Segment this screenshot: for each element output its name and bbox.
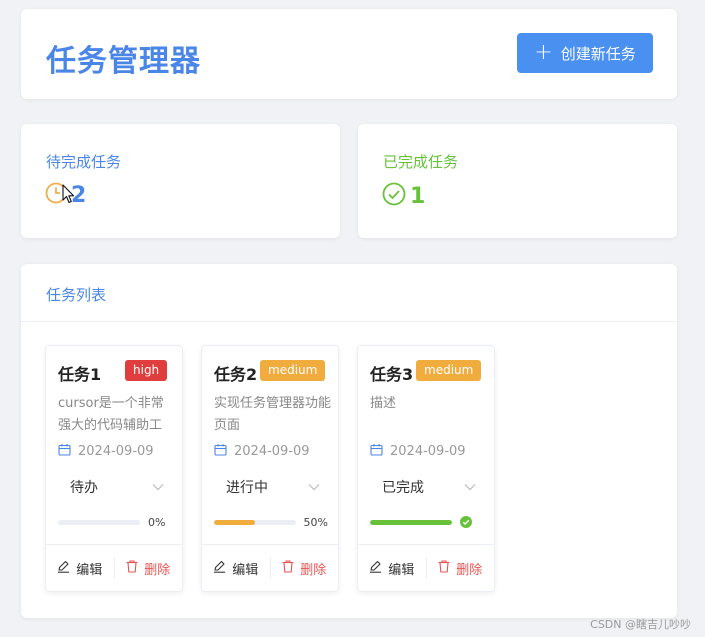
priority-badge: high [125, 360, 168, 381]
priority-badge: medium [260, 360, 326, 381]
delete-label: 删除 [300, 562, 327, 578]
progress-bar: 50% [214, 515, 328, 529]
task-list-card: 任务列表 任务1 high cursor是一个非常强大的代码辅助工 2024-09-0… [21, 264, 677, 618]
task-description: 描述 [370, 396, 397, 411]
task-date-text: 2024-09-09 [78, 444, 154, 459]
task-description: 实现任务管理器功能页面 [214, 396, 332, 433]
task-date: 2024-09-09 [58, 443, 154, 460]
create-task-button[interactable]: + 创建新任务 [517, 33, 653, 73]
trash-icon [438, 559, 450, 577]
task-card: 任务3 medium 描述 2024-09-09 已完成编辑 删除 [357, 345, 495, 592]
mouse-cursor-icon [62, 184, 75, 204]
task-actions: 编辑 删除 [202, 545, 338, 591]
progress-bar: 0% [58, 515, 172, 529]
progress-track [58, 519, 140, 525]
delete-button[interactable]: 删除 [427, 545, 495, 591]
task-date-text: 2024-09-09 [390, 444, 466, 459]
progress-bar [370, 515, 484, 529]
task-title: 任务1 [58, 365, 102, 384]
delete-button[interactable]: 删除 [271, 545, 339, 591]
completed-stat-label: 已完成任务 [383, 153, 459, 171]
create-task-label: 创建新任务 [560, 44, 636, 63]
pending-stat-card: 待完成任务 2 [21, 124, 340, 238]
progress-fill [214, 519, 255, 525]
progress-text: 50% [303, 515, 328, 529]
task-actions: 编辑 删除 [46, 545, 182, 591]
progress-fill [370, 519, 452, 525]
trash-icon [126, 559, 138, 577]
task-list-title: 任务列表 [46, 286, 107, 304]
status-select[interactable]: 已完成 [370, 472, 480, 502]
pencil-icon [57, 560, 70, 577]
task-date: 2024-09-09 [370, 443, 466, 460]
edit-label: 编辑 [388, 562, 415, 578]
chevron-down-icon [308, 479, 320, 495]
task-title: 任务2 [214, 365, 258, 384]
task-actions: 编辑 删除 [358, 545, 494, 591]
status-select[interactable]: 待办 [58, 472, 168, 502]
progress-text: 0% [148, 515, 166, 529]
delete-button[interactable]: 删除 [115, 545, 183, 591]
completed-stat-card: 已完成任务 1 [358, 124, 677, 238]
check-circle-icon [382, 182, 406, 210]
task-date-text: 2024-09-09 [234, 444, 310, 459]
priority-badge: medium [416, 360, 482, 381]
status-value: 进行中 [226, 480, 268, 496]
task-card: 任务2 medium 实现任务管理器功能页面 2024-09-09 进行中 50% 编辑 删除 [201, 345, 339, 592]
delete-label: 删除 [144, 562, 171, 578]
task-card: 任务1 high cursor是一个非常强大的代码辅助工 2024-09-09 待办 0%… [45, 345, 183, 592]
status-value: 待办 [70, 480, 98, 496]
edit-button[interactable]: 编辑 [46, 545, 114, 591]
plus-icon: + [534, 40, 553, 65]
progress-track [214, 519, 296, 525]
calendar-icon [370, 443, 383, 460]
calendar-icon [58, 443, 71, 460]
status-select[interactable]: 进行中 [214, 472, 324, 502]
delete-label: 删除 [456, 562, 483, 578]
task-date: 2024-09-09 [214, 443, 310, 460]
header-card: 任务管理器 + 创建新任务 [21, 9, 677, 99]
pending-stat-label: 待完成任务 [46, 153, 122, 171]
check-circle-icon [460, 513, 472, 532]
edit-button[interactable]: 编辑 [202, 545, 270, 591]
progress-track [370, 519, 452, 525]
trash-icon [282, 559, 294, 577]
status-value: 已完成 [382, 480, 424, 496]
chevron-down-icon [464, 479, 476, 495]
task-description: cursor是一个非常强大的代码辅助工 [58, 396, 164, 433]
pencil-icon [369, 560, 382, 577]
edit-button[interactable]: 编辑 [358, 545, 426, 591]
edit-label: 编辑 [76, 562, 103, 578]
completed-stat-value: 1 [410, 183, 426, 209]
edit-label: 编辑 [232, 562, 259, 578]
task-title: 任务3 [370, 365, 414, 384]
page-title: 任务管理器 [46, 44, 201, 79]
chevron-down-icon [152, 479, 164, 495]
calendar-icon [214, 443, 227, 460]
pencil-icon [213, 560, 226, 577]
watermark: CSDN @瞎吉儿吵吵 [590, 618, 691, 631]
divider [21, 321, 677, 322]
